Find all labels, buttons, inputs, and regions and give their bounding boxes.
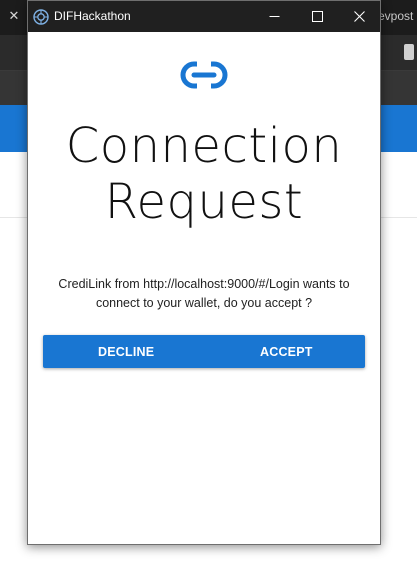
minimize-icon — [269, 16, 279, 17]
window-content: Connection Request CrediLink from http:/… — [28, 32, 380, 544]
request-message: CrediLink from http://localhost:9000/#/L… — [42, 275, 366, 313]
background-tab-title[interactable]: evpost — [378, 9, 413, 23]
close-icon — [353, 11, 365, 22]
maximize-icon — [311, 11, 323, 22]
window-title: DIFHackathon — [54, 9, 131, 23]
title-line-2: Request — [104, 174, 304, 230]
minimize-button[interactable] — [254, 1, 294, 32]
title-line-1: Connection — [65, 118, 343, 174]
link-icon — [180, 61, 228, 89]
accept-button[interactable]: ACCEPT — [203, 335, 365, 368]
decline-button[interactable]: DECLINE — [43, 335, 203, 368]
close-button[interactable] — [339, 1, 379, 32]
maximize-button[interactable] — [297, 1, 337, 32]
action-bar: DECLINE ACCEPT — [43, 335, 365, 368]
page-title: Connection Request — [28, 118, 380, 230]
message-line-1: CrediLink from http://localhost:9000/#/L… — [58, 277, 350, 291]
window-titlebar[interactable]: DIFHackathon — [28, 1, 380, 32]
background-tab-close-icon[interactable]: ✕ — [4, 6, 24, 28]
app-icon — [33, 9, 49, 25]
message-line-2: connect to your wallet, do you accept ? — [95, 296, 313, 310]
background-toolbar-button[interactable] — [404, 44, 414, 60]
connection-request-window: DIFHackathon Connection Request CrediLin… — [27, 0, 381, 545]
